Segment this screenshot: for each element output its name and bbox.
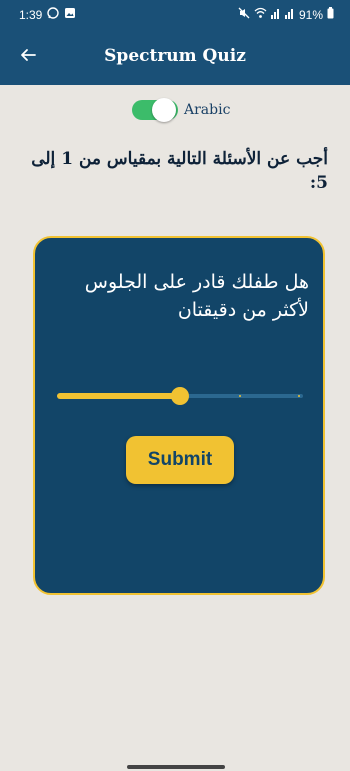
whatsapp-icon — [47, 7, 60, 22]
language-toggle-row: Arabic — [132, 96, 230, 124]
submit-button[interactable]: Submit — [126, 436, 234, 484]
slider-tick — [119, 395, 122, 397]
mute-icon — [238, 7, 250, 22]
app-bar: Spectrum Quiz — [0, 28, 350, 85]
battery-percent: 91% — [298, 7, 323, 22]
navigation-bar — [0, 755, 350, 771]
image-icon — [64, 7, 76, 22]
wifi-icon — [254, 7, 267, 22]
signal-icon — [284, 7, 295, 22]
rating-slider[interactable] — [57, 384, 303, 408]
instruction-text: أجب عن الأسئلة التالية بمقياس من 1 إلى 5… — [31, 149, 328, 193]
question-card: هل طفلك قادر على الجلوس لأكثر من دقيقتان… — [33, 236, 325, 595]
battery-icon — [327, 7, 334, 22]
toggle-knob — [152, 98, 176, 122]
home-indicator[interactable] — [127, 765, 225, 769]
question-text: هل طفلك قادر على الجلوس لأكثر من دقيقتان — [84, 271, 309, 321]
app-title: Spectrum Quiz — [104, 46, 246, 66]
status-right: 91% — [238, 7, 334, 22]
slider-thumb[interactable] — [171, 387, 189, 405]
slider-tick — [298, 395, 300, 397]
signal-icon — [270, 7, 281, 22]
status-time: 1:39 — [19, 7, 43, 22]
slider-tick — [238, 395, 241, 397]
language-toggle[interactable] — [132, 96, 178, 124]
slider-tick — [60, 395, 62, 397]
status-bar: 1:39 91% — [0, 0, 350, 28]
language-toggle-label: Arabic — [184, 102, 231, 118]
slider-fill — [57, 393, 180, 399]
status-left: 1:39 — [19, 7, 76, 22]
